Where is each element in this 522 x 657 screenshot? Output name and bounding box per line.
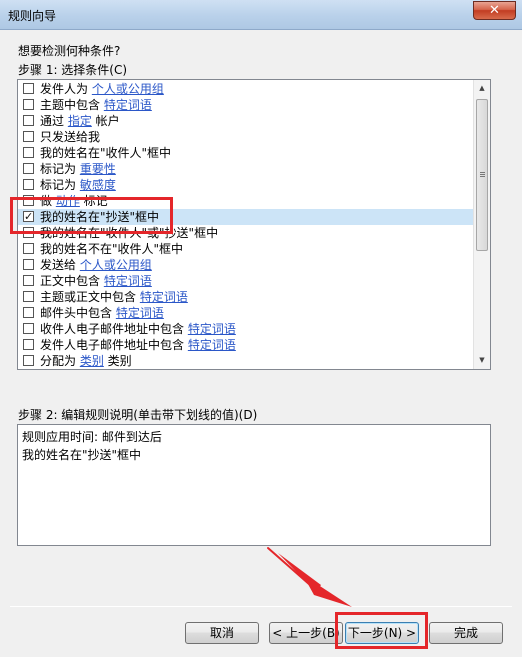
condition-row[interactable]: 主题或正文中包含 特定词语 [18, 289, 474, 305]
condition-checkbox[interactable] [23, 99, 34, 110]
condition-text: 分配为 [40, 354, 80, 368]
description-line: 我的姓名在"抄送"框中 [22, 448, 142, 462]
condition-checkbox[interactable] [23, 115, 34, 126]
dialog-body: 想要检测何种条件? 步骤 1: 选择条件(C) 发件人为 个人或公用组 主题中包含… [0, 30, 522, 657]
scroll-thumb[interactable] [476, 99, 488, 251]
condition-row[interactable]: 发送给 个人或公用组 [18, 257, 474, 273]
condition-row[interactable]: 发件人电子邮件地址中包含 特定词语 [18, 337, 474, 353]
condition-text: 标记为 [40, 178, 80, 192]
step2-label: 步骤 2: 编辑规则说明(单击带下划线的值)(D) [18, 408, 258, 422]
condition-checkbox[interactable] [23, 83, 34, 94]
condition-text: 我的姓名在"收件人"框中 [40, 146, 172, 160]
grip-line [480, 176, 485, 177]
condition-value-link[interactable]: 指定 [68, 114, 92, 128]
condition-text: 主题或正文中包含 [40, 290, 140, 304]
condition-value-link[interactable]: 特定词语 [188, 338, 236, 352]
step1-label: 步骤 1: 选择条件(C) [18, 63, 128, 77]
back-button[interactable]: < 上一步(B) [269, 622, 343, 644]
condition-value-link[interactable]: 个人或公用组 [80, 258, 152, 272]
condition-text: 发送给 [40, 258, 80, 272]
conditions-scrollbar[interactable]: ▲ ▼ [473, 80, 490, 369]
condition-row[interactable]: 正文中包含 特定词语 [18, 273, 474, 289]
grip-line [480, 174, 485, 175]
condition-text: 标记为 [40, 162, 80, 176]
condition-text: 只发送给我 [40, 130, 101, 144]
condition-text: 邮件头中包含 [40, 306, 116, 320]
condition-row[interactable]: 收件人电子邮件地址中包含 特定词语 [18, 321, 474, 337]
highlight-box-condition [10, 197, 173, 234]
window-title: 规则向导 [8, 9, 57, 23]
condition-value-link[interactable]: 特定词语 [104, 274, 152, 288]
condition-row[interactable]: 邮件头中包含 特定词语 [18, 305, 474, 321]
condition-text: 发件人电子邮件地址中包含 [40, 338, 188, 352]
question-label: 想要检测何种条件? [18, 44, 121, 58]
condition-checkbox[interactable] [23, 355, 34, 366]
condition-checkbox[interactable] [23, 323, 34, 334]
condition-checkbox[interactable] [23, 275, 34, 286]
condition-value-link[interactable]: 特定词语 [104, 98, 152, 112]
condition-row[interactable]: 只发送给我 [18, 129, 474, 145]
condition-checkbox[interactable] [23, 179, 34, 190]
condition-row[interactable]: 我的姓名不在"收件人"框中 [18, 241, 474, 257]
condition-checkbox[interactable] [23, 243, 34, 254]
condition-row[interactable]: 发件人为 个人或公用组 [18, 81, 474, 97]
condition-text: 主题中包含 [40, 98, 104, 112]
condition-value-link[interactable]: 重要性 [80, 162, 116, 176]
condition-value-link[interactable]: 个人或公用组 [92, 82, 164, 96]
condition-text: 收件人电子邮件地址中包含 [40, 322, 188, 336]
condition-suffix: 帐户 [91, 114, 120, 128]
scroll-up-icon[interactable]: ▲ [474, 80, 490, 97]
close-button[interactable]: ✕ [473, 1, 516, 20]
close-icon: ✕ [489, 3, 500, 18]
highlight-box-next [335, 612, 428, 649]
condition-suffix: 类别 [103, 354, 132, 368]
grip-line [480, 172, 485, 173]
condition-text: 正文中包含 [40, 274, 104, 288]
condition-checkbox[interactable] [23, 259, 34, 270]
condition-text: 通过 [40, 114, 68, 128]
title-bar: 规则向导 ✕ [0, 0, 522, 30]
condition-value-link[interactable]: 特定词语 [116, 306, 164, 320]
condition-checkbox[interactable] [23, 307, 34, 318]
condition-checkbox[interactable] [23, 291, 34, 302]
condition-value-link[interactable]: 特定词语 [140, 290, 188, 304]
condition-row[interactable]: 通过 指定 帐户 [18, 113, 474, 129]
cancel-button[interactable]: 取消 [185, 622, 259, 644]
condition-text: 发件人为 [40, 82, 92, 96]
condition-checkbox[interactable] [23, 147, 34, 158]
condition-value-link[interactable]: 类别 [80, 354, 104, 368]
condition-value-link[interactable]: 敏感度 [80, 178, 116, 192]
condition-row[interactable]: 分配为 类别 类别 [18, 353, 474, 369]
condition-row[interactable]: 我的姓名在"收件人"框中 [18, 145, 474, 161]
scroll-down-icon[interactable]: ▼ [474, 352, 490, 369]
finish-button[interactable]: 完成 [429, 622, 503, 644]
condition-row[interactable]: 主题中包含 特定词语 [18, 97, 474, 113]
condition-row[interactable]: 标记为 敏感度 [18, 177, 474, 193]
condition-checkbox[interactable] [23, 131, 34, 142]
rule-description-box[interactable]: 规则应用时间: 邮件到达后 我的姓名在"抄送"框中 [17, 424, 491, 546]
description-line: 规则应用时间: 邮件到达后 [22, 430, 162, 444]
condition-value-link[interactable]: 特定词语 [188, 322, 236, 336]
condition-checkbox[interactable] [23, 163, 34, 174]
condition-row[interactable]: 标记为 重要性 [18, 161, 474, 177]
condition-checkbox[interactable] [23, 339, 34, 350]
separator [10, 606, 512, 607]
condition-text: 我的姓名不在"收件人"框中 [40, 242, 184, 256]
